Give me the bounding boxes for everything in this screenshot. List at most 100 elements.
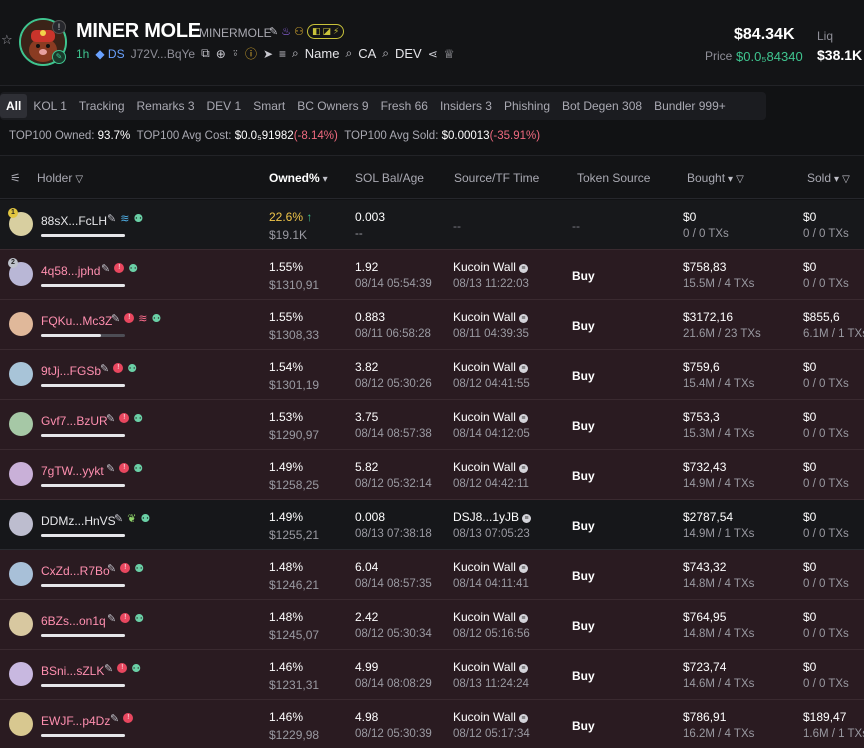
- owned-column-header[interactable]: Owned% ▾: [269, 171, 328, 185]
- edit-icon[interactable]: ✎: [114, 513, 123, 525]
- token-tag-icons: ✎ ♨ ⚇ ◧ ◪ ⚡: [269, 24, 345, 39]
- source[interactable]: Kucoin Wall ≡: [453, 360, 528, 374]
- social-links-pill[interactable]: ◧ ◪ ⚡: [306, 24, 345, 39]
- menu-circle-icon[interactable]: ≡: [279, 47, 286, 61]
- edit-icon[interactable]: ✎: [101, 263, 110, 275]
- source[interactable]: Kucoin Wall ≡: [453, 410, 528, 424]
- source[interactable]: Kucoin Wall ≡: [453, 310, 528, 324]
- info-badge-icon[interactable]: !: [52, 20, 66, 34]
- source[interactable]: Kucoin Wall ≡: [453, 260, 528, 274]
- settings-sliders-icon[interactable]: ⚟: [10, 171, 21, 185]
- tab-kol[interactable]: KOL 1: [27, 94, 73, 118]
- sold-column-header[interactable]: Sold ▾ ▽: [807, 171, 850, 185]
- source[interactable]: Kucoin Wall ≡: [453, 560, 528, 574]
- table-row[interactable]: 7gTW...yykt ✎ ! ⚉ 1.49% $1258,25 5.82 08…: [0, 450, 864, 500]
- favorite-star-icon[interactable]: ☆: [1, 33, 13, 46]
- search-dev-button[interactable]: DEV: [395, 46, 422, 61]
- search-ca-icon[interactable]: ⌕: [345, 46, 352, 61]
- table-row[interactable]: CxZd...R7Bo ✎ ! ⚉ 1.48% $1246,21 6.04 08…: [0, 550, 864, 600]
- table-row[interactable]: EWJF...p4Dz ✎ ! 1.46% $1229,98 4.98 08/1…: [0, 700, 864, 748]
- source[interactable]: Kucoin Wall ≡: [453, 460, 528, 474]
- tab-fresh[interactable]: Fresh 66: [375, 94, 434, 118]
- holder-address[interactable]: 4q58...jphd: [41, 264, 100, 278]
- share-icon[interactable]: ⋖: [428, 47, 438, 61]
- user-icon[interactable]: ⍤: [232, 46, 239, 61]
- dex-screener-link[interactable]: ◆ DS: [95, 47, 124, 61]
- tab-all[interactable]: All: [0, 94, 28, 118]
- edit-icon[interactable]: ✎: [107, 213, 116, 225]
- holder-address[interactable]: FQKu...Mc3Z: [41, 314, 112, 328]
- search-name-button[interactable]: Name: [305, 46, 340, 61]
- table-row[interactable]: 1 88sX...FcLH ✎ ≋ ⚉ 22.6% ↑ $19.1K 0.003…: [0, 200, 864, 250]
- holder-address[interactable]: 88sX...FcLH: [41, 214, 107, 228]
- search-name-icon[interactable]: ⌕: [292, 46, 299, 61]
- holder-address[interactable]: 6BZs...on1q: [41, 614, 106, 628]
- table-row[interactable]: DDMz...HnVS ✎ ❦ ⚉ 1.49% $1255,21 0.008 0…: [0, 500, 864, 550]
- tab-insiders[interactable]: Insiders 3: [434, 94, 498, 118]
- holder-address[interactable]: BSni...sZLK: [41, 664, 104, 678]
- edit-icon[interactable]: ✎: [104, 663, 113, 675]
- table-row[interactable]: 9tJj...FGSb ✎ ! ⚉ 1.54% $1301,19 3.82 08…: [0, 350, 864, 400]
- bolt-icon[interactable]: ⚡: [333, 26, 339, 37]
- source[interactable]: Kucoin Wall ≡: [453, 610, 528, 624]
- crown-icon[interactable]: ♕: [444, 47, 455, 61]
- owned-bar: [41, 284, 125, 287]
- edit-icon[interactable]: ✎: [107, 563, 116, 575]
- twitter-icon[interactable]: ◪: [322, 26, 331, 37]
- holder-address[interactable]: DDMz...HnVS: [41, 514, 116, 528]
- search-dev-icon[interactable]: ⌕: [382, 46, 389, 61]
- token-source: Buy: [572, 369, 595, 383]
- owned-percent: 1.46%: [269, 660, 304, 674]
- globe-icon[interactable]: ⊕: [216, 47, 226, 61]
- holder-address[interactable]: EWJF...p4Dz: [41, 714, 110, 728]
- filter-icon[interactable]: ▽: [736, 174, 744, 185]
- copy-icon[interactable]: ⧉: [201, 46, 210, 61]
- tab-bundler[interactable]: Bundler 999+: [648, 94, 732, 118]
- website-icon[interactable]: ◧: [312, 26, 321, 37]
- table-row[interactable]: 2 4q58...jphd ✎ ! ⚉ 1.55% $1310,91 1.92 …: [0, 250, 864, 300]
- search-ca-button[interactable]: CA: [358, 46, 376, 61]
- edit-icon[interactable]: ✎: [110, 713, 119, 725]
- source-column-header[interactable]: Source/TF Time: [454, 171, 539, 185]
- avg-cost-value: $0.0₅91982: [234, 130, 294, 142]
- edit-icon[interactable]: ✎: [106, 463, 115, 475]
- edit-icon[interactable]: ✎: [100, 363, 109, 375]
- telegram-icon[interactable]: ➤: [263, 47, 273, 61]
- table-row[interactable]: 6BZs...on1q ✎ ! ⚉ 1.48% $1245,07 2.42 08…: [0, 600, 864, 650]
- sol-column-header[interactable]: SOL Bal/Age: [355, 171, 424, 185]
- tab-bc-owners[interactable]: BC Owners 9: [291, 94, 374, 118]
- tab-bot-degen[interactable]: Bot Degen 308: [556, 94, 648, 118]
- holder-column-header[interactable]: Holder ▽: [37, 171, 83, 185]
- filter-icon[interactable]: ▽: [75, 174, 83, 185]
- edit-icon[interactable]: ✎: [269, 25, 278, 39]
- edit-icon[interactable]: ✎: [107, 613, 116, 625]
- holder-address[interactable]: CxZd...R7Bo: [41, 564, 110, 578]
- tab-tracking[interactable]: Tracking: [73, 94, 131, 118]
- source[interactable]: DSJ8...1yJB ≡: [453, 510, 532, 524]
- tab-phishing[interactable]: Phishing: [498, 94, 556, 118]
- holder-address[interactable]: 9tJj...FGSb: [41, 364, 101, 378]
- owned-bar: [41, 484, 125, 487]
- avatar: [9, 712, 33, 736]
- sort-icon[interactable]: ▾: [728, 174, 733, 185]
- source[interactable]: Kucoin Wall ≡: [453, 660, 528, 674]
- filter-icon[interactable]: ▽: [842, 174, 850, 185]
- sort-down-icon[interactable]: ▾: [323, 174, 328, 185]
- bought-column-header[interactable]: Bought ▾ ▽: [687, 171, 744, 185]
- sort-icon[interactable]: ▾: [834, 174, 839, 185]
- table-row[interactable]: BSni...sZLK ✎ ! ⚉ 1.46% $1231,31 4.99 08…: [0, 650, 864, 700]
- tab-smart[interactable]: Smart: [247, 94, 291, 118]
- table-row[interactable]: Gvf7...BzUR ✎ ! ⚉ 1.53% $1290,97 3.75 08…: [0, 400, 864, 450]
- edit-icon[interactable]: ✎: [111, 313, 120, 325]
- exchange-icon: ≡: [518, 414, 528, 423]
- tab-dev[interactable]: DEV 1: [201, 94, 248, 118]
- owned-percent: 1.48%: [269, 560, 304, 574]
- token-source-column-header[interactable]: Token Source: [577, 171, 650, 185]
- table-row[interactable]: FQKu...Mc3Z ✎ ! ≋ ⚉ 1.55% $1308,33 0.883…: [0, 300, 864, 350]
- edit-icon[interactable]: ✎: [106, 413, 115, 425]
- source[interactable]: Kucoin Wall ≡: [453, 710, 528, 724]
- holder-address[interactable]: Gvf7...BzUR: [41, 414, 108, 428]
- holder-address[interactable]: 7gTW...yykt: [41, 464, 104, 478]
- tab-remarks[interactable]: Remarks 3: [131, 94, 201, 118]
- warning-icon[interactable]: ⓘ: [245, 45, 257, 62]
